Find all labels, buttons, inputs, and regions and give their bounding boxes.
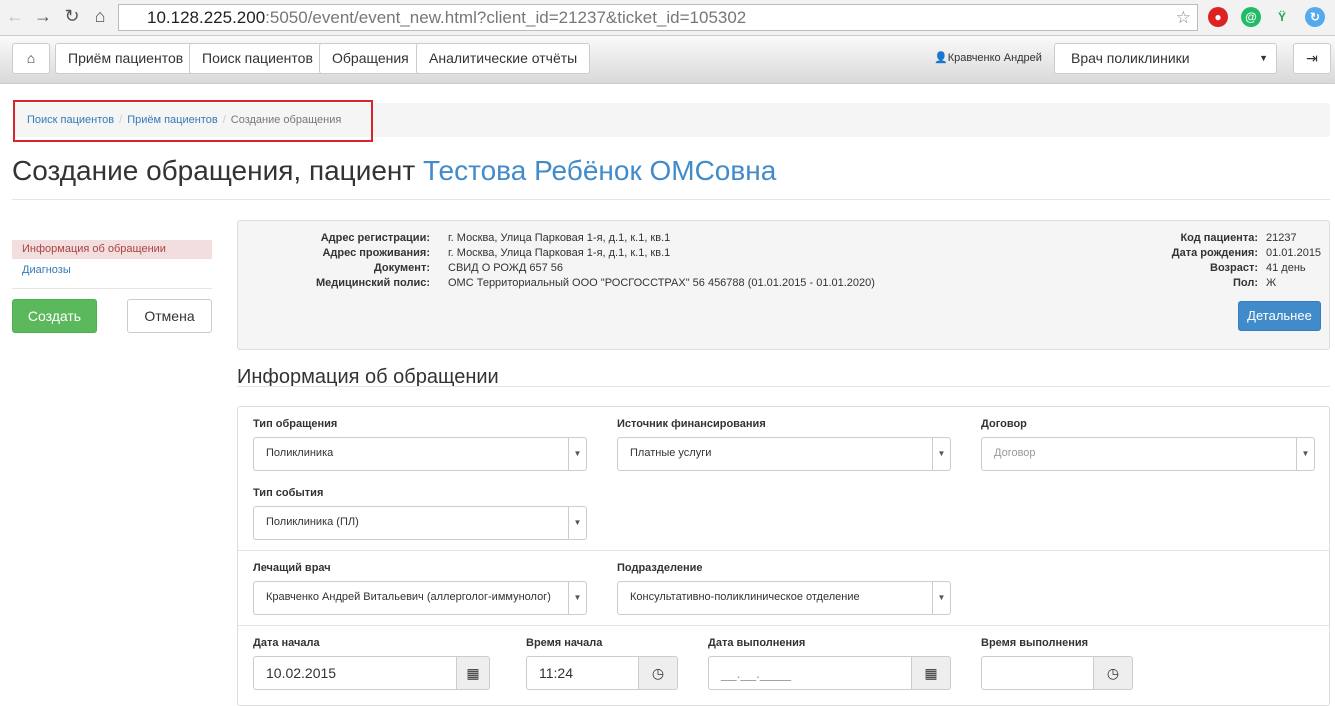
divider [12,199,1330,200]
chevron-down-icon: ▼ [1259,53,1268,63]
back-icon[interactable]: ← [4,6,26,27]
reload-icon[interactable]: ↻ [61,6,83,27]
divider [12,288,212,289]
chevron-down-icon: ▼ [932,438,950,470]
divider [238,625,1329,626]
start-time-input[interactable]: 11:24 [526,656,639,690]
nav-reception[interactable]: Приём пациентов [55,43,197,74]
calendar-icon[interactable]: ▦ [456,656,490,690]
home-icon[interactable]: ⌂ [89,6,111,27]
cancel-button[interactable]: Отмена [127,299,212,333]
clock-icon[interactable]: ◷ [638,656,678,690]
user-label: Кравченко Андрей [947,52,1042,64]
field-label: Тип события [253,487,324,499]
logout-icon: ⇥ [1306,50,1318,66]
info-label: Дата рождения: [1171,247,1258,259]
select-value: Кравченко Андрей Витальевич (аллерголог-… [266,591,551,603]
field-label: Тип обращения [253,418,338,430]
info-label: Адрес регистрации: [320,232,430,244]
role-value: Врач поликлиники [1071,50,1190,66]
extension-icon[interactable]: Ÿ [1272,7,1292,27]
star-icon[interactable]: ☆ [1176,5,1191,30]
field-label: Договор [981,418,1027,430]
patient-right-labels: Код пациента: Дата рождения: Возраст: По… [1118,231,1258,291]
info-value: ОМС Территориальный ООО "РОСГОССТРАХ" 56… [448,277,875,289]
create-button[interactable]: Создать [12,299,97,333]
details-button[interactable]: Детальнее [1238,301,1321,331]
sidebar-item-diagnoses[interactable]: Диагнозы [12,261,212,280]
select-value: Консультативно-поликлиническое отделение [630,591,860,603]
info-value: г. Москва, Улица Парковая 1-я, д.1, к.1,… [448,247,671,259]
contract-select[interactable]: Договор ▼ [981,437,1315,471]
info-value: 41 день [1266,262,1306,274]
clock-icon[interactable]: ◷ [1093,656,1133,690]
patient-name[interactable]: Тестова Ребёнок ОМСовна [423,155,776,186]
user-name: 👤Кравченко Андрей [934,51,1042,64]
user-icon: 👤 [934,52,948,64]
select-value: Платные услуги [630,447,712,459]
event-kind-select[interactable]: Поликлиника (ПЛ) ▼ [253,506,587,540]
sync-icon[interactable]: ↻ [1305,7,1325,27]
url-host: 10.128.225.200 [147,8,266,27]
nav-patient-search[interactable]: Поиск пациентов [189,43,326,74]
field-label: Время начала [526,637,603,649]
info-value: 01.01.2015 [1266,247,1322,259]
doctor-select[interactable]: Кравченко Андрей Витальевич (аллерголог-… [253,581,587,615]
info-value: г. Москва, Улица Парковая 1-я, д.1, к.1,… [448,232,671,244]
url-path: :5050/event/event_new.html?client_id=212… [265,8,747,27]
divider [237,386,1330,387]
chevron-down-icon: ▼ [568,582,586,614]
home-icon: ⌂ [26,50,36,66]
highlight-box [13,100,373,142]
select-value: Поликлиника [266,447,334,459]
info-label: Адрес проживания: [322,247,430,259]
info-label: Возраст: [1210,262,1258,274]
patient-right-values: 21237 01.01.2015 41 день Ж [1266,231,1321,291]
info-label: Код пациента: [1180,232,1258,244]
calendar-icon[interactable]: ▦ [911,656,951,690]
select-placeholder: Договор [994,447,1036,459]
field-label: Время выполнения [981,637,1089,649]
chevron-down-icon: ▼ [568,507,586,539]
adblock-icon[interactable]: ● [1208,7,1228,27]
info-value: Ж [1266,277,1277,289]
patient-info-panel: Адрес регистрации: Адрес проживания: Док… [237,220,1330,350]
info-label: Документ: [373,262,430,274]
nav-reports[interactable]: Аналитические отчёты [416,43,591,74]
forward-icon[interactable]: → [32,6,54,27]
end-time-input[interactable] [981,656,1094,690]
logout-button[interactable]: ⇥ [1293,43,1331,74]
field-label: Дата начала [253,637,320,649]
event-type-select[interactable]: Поликлиника ▼ [253,437,587,471]
patient-left-labels: Адрес регистрации: Адрес проживания: Док… [258,231,430,291]
address-bar[interactable]: 10.128.225.200:5050/event/event_new.html… [118,4,1198,31]
field-label: Лечащий врач [253,562,331,574]
department-select[interactable]: Консультативно-поликлиническое отделение… [617,581,951,615]
info-value: СВИД О РОЖД 657 56 [448,262,564,274]
extension-icon[interactable]: @ [1241,7,1261,27]
start-date-input[interactable]: 10.02.2015 [253,656,457,690]
divider [238,550,1329,551]
sidebar-item-info[interactable]: Информация об обращении [12,240,212,259]
field-label: Дата выполнения [708,637,806,649]
select-value: Поликлиника (ПЛ) [266,516,359,528]
chevron-down-icon: ▼ [1296,438,1314,470]
title-prefix: Создание обращения, пациент [12,155,416,186]
field-label: Источник финансирования [617,418,766,430]
page-title: Создание обращения, пациент Тестова Ребё… [12,155,776,187]
info-value: 21237 [1266,232,1297,244]
role-select[interactable]: Врач поликлиники ▼ [1054,43,1277,74]
info-label: Пол: [1232,277,1258,289]
browser-toolbar: ← → ↻ ⌂ 10.128.225.200:5050/event/event_… [0,0,1335,36]
finance-source-select[interactable]: Платные услуги ▼ [617,437,951,471]
info-label: Медицинский полис: [315,277,430,289]
field-label: Подразделение [617,562,703,574]
nav-events[interactable]: Обращения [319,43,422,74]
end-date-input[interactable]: __.__.____ [708,656,912,690]
chevron-down-icon: ▼ [568,438,586,470]
patient-left-values: г. Москва, Улица Парковая 1-я, д.1, к.1,… [448,231,875,291]
home-button[interactable]: ⌂ [12,43,50,74]
chevron-down-icon: ▼ [932,582,950,614]
